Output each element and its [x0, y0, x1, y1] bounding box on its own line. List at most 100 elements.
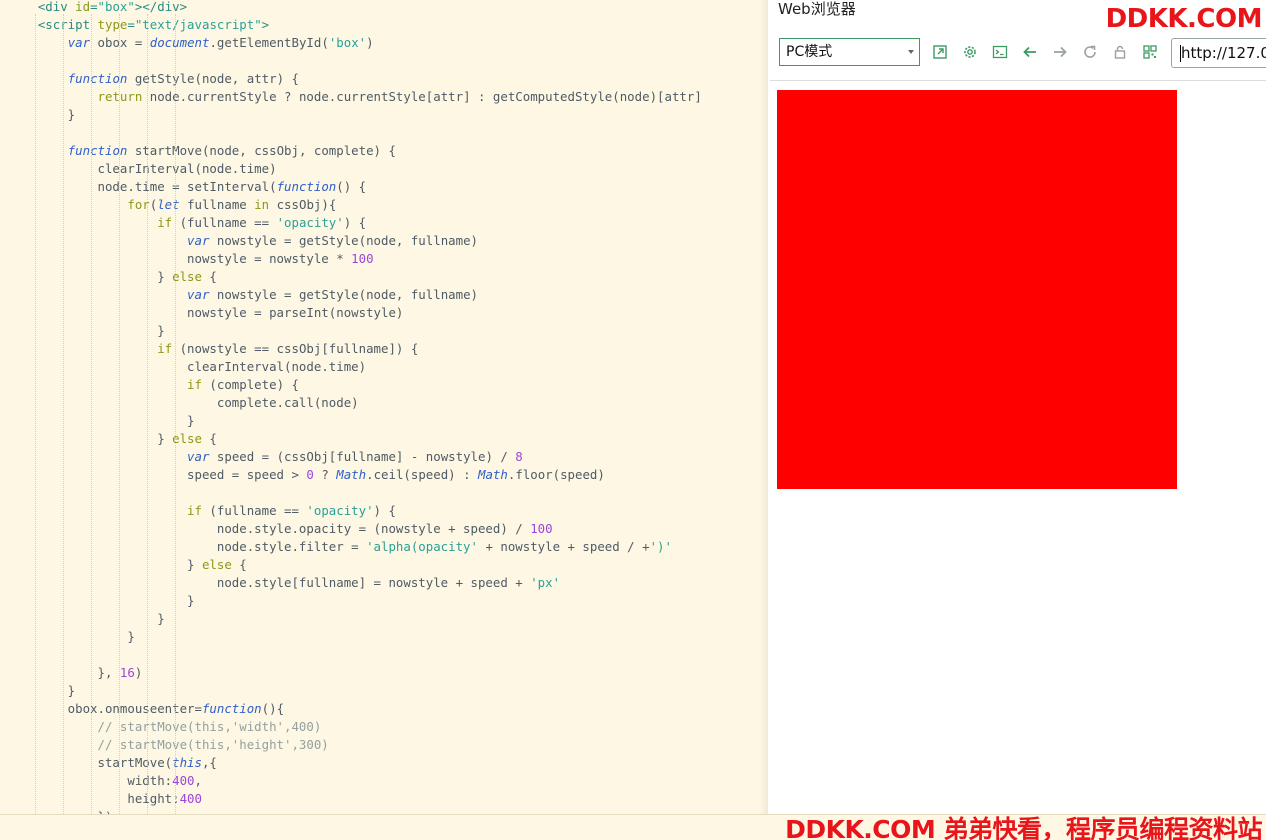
code-token: function — [201, 701, 262, 716]
code-editor[interactable]: <div id="box"></div> <script type="text/… — [0, 0, 768, 840]
code-line: node.style.filter = 'alpha(opacity' + no… — [8, 538, 672, 556]
indent-guide — [91, 14, 92, 814]
settings-gear-icon[interactable] — [960, 42, 980, 62]
code-token: id — [75, 0, 91, 14]
code-token: } — [8, 611, 165, 626]
mode-select[interactable]: PC模式 — [779, 38, 920, 66]
code-token: cssObj){ — [269, 197, 337, 212]
code-token: } — [8, 683, 76, 698]
code-line: } else { — [8, 430, 217, 448]
code-token: 16 — [119, 665, 135, 680]
watermark-bottom: DDKK.COM 弟弟快看，程序员编程资料站 — [785, 815, 1262, 840]
code-token: ></div> — [134, 0, 188, 14]
code-token: node.style[fullname] = nowstyle + speed … — [8, 575, 531, 590]
code-line: clearInterval(node.time) — [8, 160, 277, 178]
code-line: height:400 — [8, 790, 202, 808]
code-line: nowstyle = parseInt(nowstyle) — [8, 304, 403, 322]
code-token: startMove(node, cssObj, complete) { — [127, 143, 396, 158]
code-token: if — [157, 215, 173, 230]
code-token: var — [187, 233, 210, 248]
url-text: http://127.0 — [1181, 44, 1266, 62]
code-token: ,{ — [201, 755, 217, 770]
code-line: var nowstyle = getStyle(node, fullname) — [8, 232, 478, 250]
code-token: nowstyle = nowstyle * — [8, 251, 352, 266]
browser-title: Web浏览器 — [778, 0, 856, 18]
code-token: speed = speed > — [8, 467, 307, 482]
code-token: if — [187, 503, 202, 518]
code-token: node.time = setInterval( — [8, 179, 277, 194]
code-token: 8 — [515, 449, 523, 464]
refresh-icon[interactable] — [1080, 42, 1100, 62]
code-line: if (nowstyle == cssObj[fullname]) { — [8, 340, 418, 358]
chevron-down-icon — [908, 50, 914, 54]
code-line: complete.call(node) — [8, 394, 359, 412]
forward-arrow-icon[interactable] — [1050, 42, 1070, 62]
code-line: } — [8, 628, 134, 646]
code-token: } — [8, 323, 165, 338]
code-token: getStyle(node, attr) { — [127, 71, 299, 86]
code-token: function — [276, 179, 337, 194]
back-arrow-icon[interactable] — [1020, 42, 1040, 62]
code-token: 100 — [530, 521, 553, 536]
open-external-icon[interactable] — [930, 42, 950, 62]
code-token: height: — [8, 791, 180, 806]
code-token: else — [172, 431, 202, 446]
code-token: 'opacity' — [276, 215, 344, 230]
code-token: + nowstyle + speed / + — [477, 539, 650, 554]
code-token: obox.onmouseenter= — [8, 701, 202, 716]
url-input[interactable]: http://127.0 — [1171, 38, 1266, 68]
code-token: let — [157, 197, 180, 212]
lock-icon[interactable] — [1110, 42, 1130, 62]
code-token: complete.call(node) — [8, 395, 359, 410]
code-token: 400 — [179, 791, 202, 806]
code-line: for(let fullname in cssObj){ — [8, 196, 336, 214]
code-token: nowstyle = getStyle(node, fullname) — [209, 287, 478, 302]
code-line: if (complete) { — [8, 376, 299, 394]
indent-guide — [63, 14, 64, 814]
console-icon[interactable] — [990, 42, 1010, 62]
code-token: } — [8, 107, 76, 122]
code-token: <script — [37, 17, 98, 32]
code-token: 0 — [306, 467, 314, 482]
code-token: { — [201, 431, 217, 446]
toolbar-divider — [770, 80, 1266, 81]
code-token: Math — [336, 467, 367, 482]
watermark-top: DDKK.COM — [1105, 4, 1263, 34]
code-token: () { — [336, 179, 367, 194]
code-token: 'opacity' — [306, 503, 374, 518]
code-token: (fullname == — [172, 215, 277, 230]
code-token: , — [194, 773, 202, 788]
code-token: type — [97, 17, 128, 32]
code-line: if (fullname == 'opacity') { — [8, 502, 396, 520]
qr-code-icon[interactable] — [1140, 42, 1160, 62]
code-token: ) { — [343, 215, 367, 230]
code-token: Math — [478, 467, 508, 482]
code-line: return node.currentStyle ? node.currentS… — [8, 88, 702, 106]
code-line: var speed = (cssObj[fullname] - nowstyle… — [8, 448, 523, 466]
indent-guide — [35, 14, 36, 814]
editor-edge-shadow — [760, 0, 768, 840]
code-line: node.style.opacity = (nowstyle + speed) … — [8, 520, 553, 538]
code-line: } — [8, 610, 165, 628]
code-line: }, 16) — [8, 664, 143, 682]
code-line: startMove(this,{ — [8, 754, 217, 772]
code-token: this — [172, 755, 202, 770]
code-line: if (fullname == 'opacity') { — [8, 214, 366, 232]
code-line: speed = speed > 0 ? Math.ceil(speed) : M… — [8, 466, 605, 484]
code-token: var — [187, 449, 210, 464]
rendered-box[interactable] — [777, 90, 1177, 489]
code-line: function getStyle(node, attr) { — [8, 70, 299, 88]
code-line: width:400, — [8, 772, 202, 790]
code-token: = — [90, 0, 98, 14]
code-token: 100 — [351, 251, 374, 266]
code-token: node.style.filter = — [8, 539, 367, 554]
code-token: else — [172, 269, 202, 284]
code-line: // startMove(this,'width',400) — [8, 718, 322, 736]
code-token: nowstyle = parseInt(nowstyle) — [8, 305, 404, 320]
